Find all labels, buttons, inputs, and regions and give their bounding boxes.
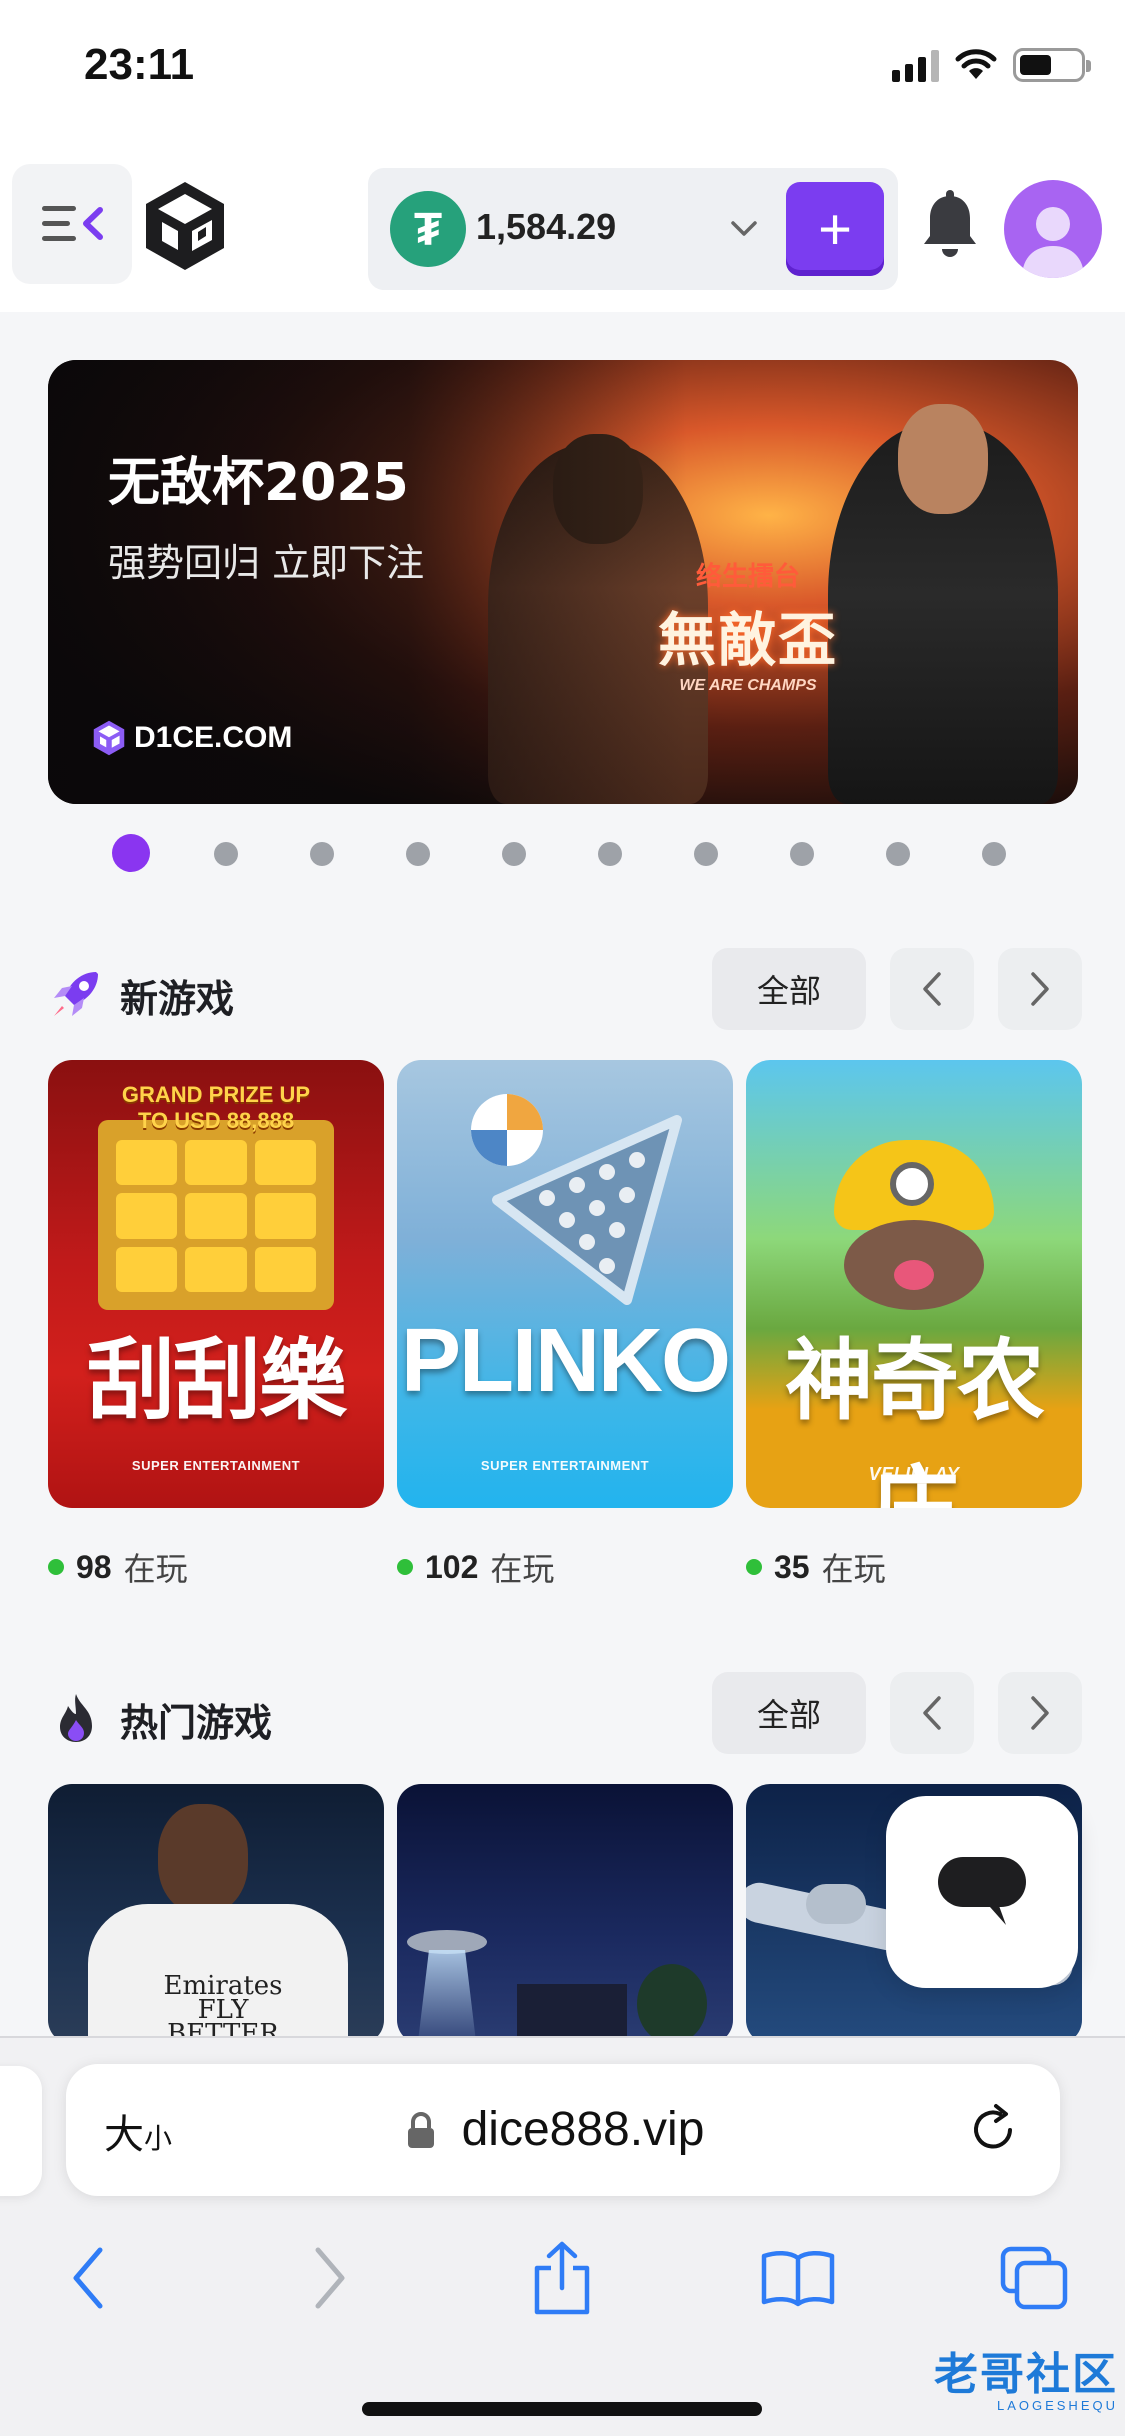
prev-button[interactable] bbox=[890, 948, 974, 1030]
home-indicator bbox=[362, 2402, 762, 2416]
next-button[interactable] bbox=[998, 948, 1082, 1030]
section-title: 新游戏 bbox=[120, 977, 235, 1021]
player-image bbox=[158, 1804, 248, 1914]
carousel-dots bbox=[112, 834, 1012, 872]
grand-prize-banner: GRAND PRIZE UP TO USD 88,888 bbox=[121, 1082, 311, 1133]
carousel-dot[interactable] bbox=[886, 842, 910, 866]
site-watermark: 老哥社区 LAOGESHEQU bbox=[934, 2349, 1118, 2413]
tournament-logo: 络生擂台 無敵盃 WE ARE CHAMPS bbox=[657, 561, 838, 694]
url-text: dice888.vip bbox=[461, 2103, 705, 2156]
back-button[interactable] bbox=[48, 2238, 128, 2318]
game-provider: SUPER ENTERTAINMENT bbox=[131, 1458, 301, 1473]
new-games-header: 新游戏 全部 bbox=[48, 948, 1082, 1032]
player-count: 35 在玩 bbox=[746, 1544, 886, 1590]
section-title: 热门游戏 bbox=[120, 1701, 273, 1745]
battery-icon bbox=[1013, 48, 1091, 82]
share-button[interactable] bbox=[522, 2238, 602, 2318]
app-header: ₮ 1,584.29 + bbox=[0, 150, 1125, 312]
status-time: 23:11 bbox=[84, 40, 195, 89]
carousel-dot[interactable] bbox=[406, 842, 430, 866]
game-card-scratch[interactable]: GRAND PRIZE UP TO USD 88,888 刮刮樂 SUPER E… bbox=[48, 1060, 384, 1508]
carousel-dot[interactable] bbox=[502, 842, 526, 866]
book-icon bbox=[761, 2251, 835, 2307]
status-icons bbox=[892, 48, 1091, 82]
chevron-right-icon bbox=[1031, 972, 1049, 1006]
flame-icon bbox=[60, 1694, 92, 1742]
chevron-right-icon bbox=[1031, 1696, 1049, 1730]
chevron-right-icon bbox=[315, 2247, 345, 2309]
notification-bell-icon[interactable] bbox=[920, 190, 980, 262]
view-all-button[interactable]: 全部 bbox=[712, 948, 866, 1030]
dice-logo[interactable] bbox=[142, 180, 228, 272]
game-title: PLINKO bbox=[400, 1311, 731, 1411]
user-avatar[interactable] bbox=[1004, 180, 1102, 278]
menu-collapse-icon bbox=[42, 206, 103, 241]
live-indicator bbox=[48, 1559, 64, 1575]
next-button[interactable] bbox=[998, 1672, 1082, 1754]
deposit-button[interactable]: + bbox=[786, 182, 884, 276]
banner-brand: D1CE.COM bbox=[92, 720, 292, 756]
live-chat-button[interactable] bbox=[886, 1796, 1078, 1988]
chevron-left-icon bbox=[73, 2247, 103, 2309]
banner-title: 无敌杯2025 bbox=[108, 453, 409, 513]
forward-button[interactable] bbox=[290, 2238, 370, 2318]
carousel-dot[interactable] bbox=[598, 842, 622, 866]
tether-icon: ₮ bbox=[390, 191, 466, 267]
game-card-magic-farm[interactable]: 神奇农庄 VELIPLAY bbox=[746, 1060, 1082, 1508]
game-provider: VELIPLAY bbox=[868, 1464, 960, 1484]
live-indicator bbox=[397, 1559, 413, 1575]
view-all-button[interactable]: 全部 bbox=[712, 1672, 866, 1754]
chevron-down-icon[interactable] bbox=[728, 212, 760, 244]
game-card-plinko[interactable]: PLINKO SUPER ENTERTAINMENT bbox=[397, 1060, 733, 1508]
previous-tab-peek[interactable] bbox=[0, 2066, 42, 2196]
banner-subtitle: 强势回归 立即下注 bbox=[108, 541, 425, 585]
reload-icon[interactable] bbox=[966, 2102, 1020, 2156]
carousel-dot[interactable] bbox=[982, 842, 1006, 866]
jersey-text: Emirates FLY BETTER bbox=[163, 1971, 283, 2044]
chevron-left-icon bbox=[923, 1696, 941, 1730]
user-icon bbox=[1022, 207, 1084, 278]
tabs-button[interactable] bbox=[994, 2238, 1074, 2318]
hot-games-header: 热门游戏 全部 bbox=[48, 1672, 1082, 1756]
menu-button[interactable] bbox=[12, 164, 132, 284]
promo-banner[interactable]: 无敌杯2025 强势回归 立即下注 络生擂台 無敵盃 WE ARE CHAMPS… bbox=[48, 360, 1078, 804]
address-bar[interactable]: 大小 dice888.vip bbox=[66, 2064, 1060, 2196]
game-card-ufo[interactable] bbox=[397, 1784, 733, 2044]
wallet-balance[interactable]: ₮ 1,584.29 + bbox=[368, 168, 898, 290]
carousel-dot[interactable] bbox=[112, 834, 150, 872]
balance-amount: 1,584.29 bbox=[476, 206, 617, 247]
player-count: 102 在玩 bbox=[397, 1544, 554, 1590]
miner-character-image bbox=[824, 1140, 1004, 1310]
tabs-icon bbox=[1000, 2246, 1068, 2310]
game-provider: SUPER ENTERTAINMENT bbox=[480, 1458, 650, 1473]
dice-logo-icon bbox=[93, 720, 125, 756]
bookmarks-button[interactable] bbox=[758, 2238, 838, 2318]
carousel-dot[interactable] bbox=[214, 842, 238, 866]
plinko-board-image bbox=[471, 1094, 682, 1305]
rocket-icon bbox=[54, 972, 98, 1016]
cellular-signal-icon bbox=[892, 48, 939, 82]
chevron-left-icon bbox=[923, 972, 941, 1006]
game-title: 刮刮樂 bbox=[86, 1329, 347, 1432]
live-indicator bbox=[746, 1559, 762, 1575]
carousel-dot[interactable] bbox=[790, 842, 814, 866]
carousel-dot[interactable] bbox=[694, 842, 718, 866]
status-bar: 23:11 bbox=[0, 0, 1125, 150]
chat-bubble-icon bbox=[938, 1857, 1026, 1925]
player-count: 98 在玩 bbox=[48, 1544, 188, 1590]
prev-button[interactable] bbox=[890, 1672, 974, 1754]
carousel-dot[interactable] bbox=[310, 842, 334, 866]
game-card-football[interactable]: Emirates FLY BETTER bbox=[48, 1784, 384, 2044]
share-icon bbox=[534, 2241, 590, 2315]
wifi-icon bbox=[955, 49, 997, 79]
